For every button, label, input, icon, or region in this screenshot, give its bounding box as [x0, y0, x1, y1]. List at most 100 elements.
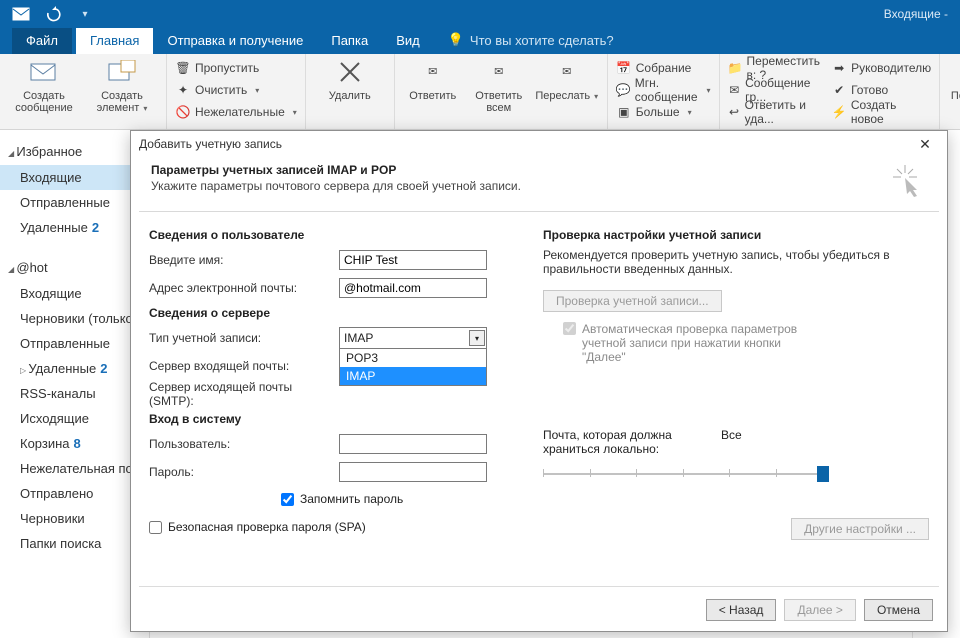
email-label: Адрес электронной почты: — [149, 281, 339, 295]
offline-mail-slider[interactable] — [543, 464, 823, 484]
forward-button[interactable]: ✉Переслать — [535, 58, 599, 114]
folder-inbox-2[interactable]: Входящие — [0, 281, 149, 306]
cancel-button[interactable]: Отмена — [864, 599, 933, 621]
folder-rss[interactable]: RSS-каналы — [0, 381, 149, 406]
chevron-down-icon: ▾ — [469, 330, 485, 346]
incoming-server-label: Сервер входящей почты: — [149, 359, 339, 373]
username-label: Пользователь: — [149, 437, 339, 451]
mail-icon: ✉ — [728, 82, 742, 98]
folder-sent-2[interactable]: Отправленные — [0, 331, 149, 356]
lightbulb-icon: 💡 — [448, 32, 464, 48]
qat-dropdown-icon[interactable]: ▾ — [76, 5, 94, 23]
clean-up-button[interactable]: ✦Очистить — [175, 80, 297, 100]
tab-send-receive[interactable]: Отправка и получение — [153, 28, 317, 54]
ribbon-tabs: Файл Главная Отправка и получение Папка … — [0, 28, 960, 54]
folder-trash[interactable]: Корзина8 — [0, 431, 149, 456]
user-info-section: Сведения о пользователе — [149, 228, 535, 242]
folder-drafts-2[interactable]: Черновики — [0, 506, 149, 531]
tab-folder[interactable]: Папка — [317, 28, 382, 54]
username-input[interactable] — [339, 434, 487, 454]
account-type-option-pop3[interactable]: POP3 — [340, 349, 486, 367]
tab-view[interactable]: Вид — [382, 28, 434, 54]
folder-deleted[interactable]: Удаленные2 — [0, 215, 149, 240]
quick-step-to-manager[interactable]: ➡Руководителю — [831, 58, 931, 78]
server-info-section: Сведения о сервере — [149, 306, 535, 320]
new-item-label: Создать элемент — [86, 90, 158, 115]
app-icon — [12, 5, 30, 23]
meeting-label: Собрание — [636, 61, 692, 75]
delete-button[interactable]: Удалить — [314, 58, 386, 102]
folder-pane: Избранное Входящие Отправленные Удаленны… — [0, 130, 150, 638]
folder-inbox[interactable]: Входящие — [0, 165, 149, 190]
move-label: Перемест — [951, 90, 960, 102]
folder-junk[interactable]: Нежелательная по — [0, 456, 149, 481]
account-header[interactable]: @hot — [0, 254, 149, 281]
wizard-art-icon — [887, 163, 927, 197]
folder-outbox[interactable]: Исходящие — [0, 406, 149, 431]
window-title: Входящие - — [884, 7, 960, 21]
more-settings-button[interactable]: Другие настройки ... — [791, 518, 929, 540]
new-mail-button[interactable]: Создать сообщение — [8, 58, 80, 115]
tell-me-search[interactable]: 💡 Что вы хотите сделать? — [434, 27, 628, 54]
your-name-input[interactable] — [339, 250, 487, 270]
junk-button[interactable]: 🚫Нежелательные — [175, 102, 297, 122]
remember-password-checkbox[interactable] — [281, 493, 294, 506]
password-label: Пароль: — [149, 465, 339, 479]
ignore-icon: 🗑 — [175, 60, 191, 76]
quick-step-create-new[interactable]: ⚡Создать новое — [831, 102, 931, 122]
remember-password-label: Запомнить пароль — [300, 492, 403, 506]
more-respond-button[interactable]: ▣ Больше — [616, 102, 711, 122]
slider-thumb[interactable] — [817, 466, 829, 482]
tab-file[interactable]: Файл — [12, 28, 72, 54]
forward-icon: ➡ — [831, 60, 847, 76]
dialog-subheading: Укажите параметры почтового сервера для … — [151, 179, 521, 193]
folder-search[interactable]: Папки поиска — [0, 531, 149, 556]
forward-label: Переслать — [535, 90, 598, 103]
new-mail-label: Создать сообщение — [8, 90, 80, 114]
junk-icon: 🚫 — [175, 104, 191, 120]
reply-all-button[interactable]: ✉ Ответить всем — [469, 58, 529, 114]
email-input[interactable] — [339, 278, 487, 298]
undo-icon[interactable] — [44, 5, 62, 23]
quick-step-reply-delete[interactable]: ↩Ответить и уда... — [728, 102, 822, 122]
next-button[interactable]: Далее > — [784, 599, 856, 621]
reply-icon: ✉ — [417, 58, 449, 86]
test-account-button[interactable]: Проверка учетной записи... — [543, 290, 722, 312]
dialog-close-button[interactable]: ✕ — [911, 136, 939, 153]
tab-home[interactable]: Главная — [76, 28, 153, 54]
reply-all-label: Ответить всем — [469, 90, 529, 114]
auto-test-label: Автоматическая проверка параметров учетн… — [582, 322, 822, 364]
more-label: Больше — [636, 105, 680, 119]
quick-step-move-to[interactable]: 📁Переместить в: ? — [728, 58, 822, 78]
account-type-dropdown: POP3 IMAP — [339, 349, 487, 386]
ignore-button[interactable]: 🗑Пропустить — [175, 58, 297, 78]
reply-all-icon: ✉ — [483, 58, 515, 86]
reply-button[interactable]: ✉Ответить — [403, 58, 463, 114]
im-button[interactable]: 💬Мгн. сообщение — [616, 80, 711, 100]
folder-drafts-local[interactable]: Черновики (только — [0, 306, 149, 331]
favorites-header[interactable]: Избранное — [0, 138, 149, 165]
quick-step-team-email[interactable]: ✉Сообщение гр... — [728, 80, 822, 100]
move-button[interactable]: 📁Перемест — [948, 58, 960, 102]
new-item-button[interactable]: Создать элемент — [86, 58, 158, 115]
meeting-button[interactable]: 📅 Собрание — [616, 58, 711, 78]
spa-label: Безопасная проверка пароля (SPA) — [168, 520, 366, 534]
clean-label: Очистить — [195, 83, 247, 97]
folder-deleted-2[interactable]: Удаленные2 — [0, 356, 149, 381]
back-button[interactable]: < Назад — [706, 599, 777, 621]
new-mail-icon — [28, 58, 60, 86]
password-input[interactable] — [339, 462, 487, 482]
account-type-option-imap[interactable]: IMAP — [340, 367, 486, 385]
more-icon: ▣ — [616, 104, 632, 120]
offline-mail-value: Все — [721, 428, 742, 456]
account-type-combo[interactable]: IMAP ▾ — [339, 327, 487, 349]
folder-sent[interactable]: Отправленные — [0, 190, 149, 215]
ribbon: Создать сообщение Создать элемент 🗑Пропу… — [0, 54, 960, 130]
tell-me-label: Что вы хотите сделать? — [470, 33, 614, 48]
new-item-icon — [106, 58, 138, 86]
quick-step-done[interactable]: ✔Готово — [831, 80, 931, 100]
your-name-label: Введите имя: — [149, 253, 339, 267]
folder-sent-3[interactable]: Отправлено — [0, 481, 149, 506]
spa-checkbox[interactable] — [149, 521, 162, 534]
meeting-icon: 📅 — [616, 60, 632, 76]
